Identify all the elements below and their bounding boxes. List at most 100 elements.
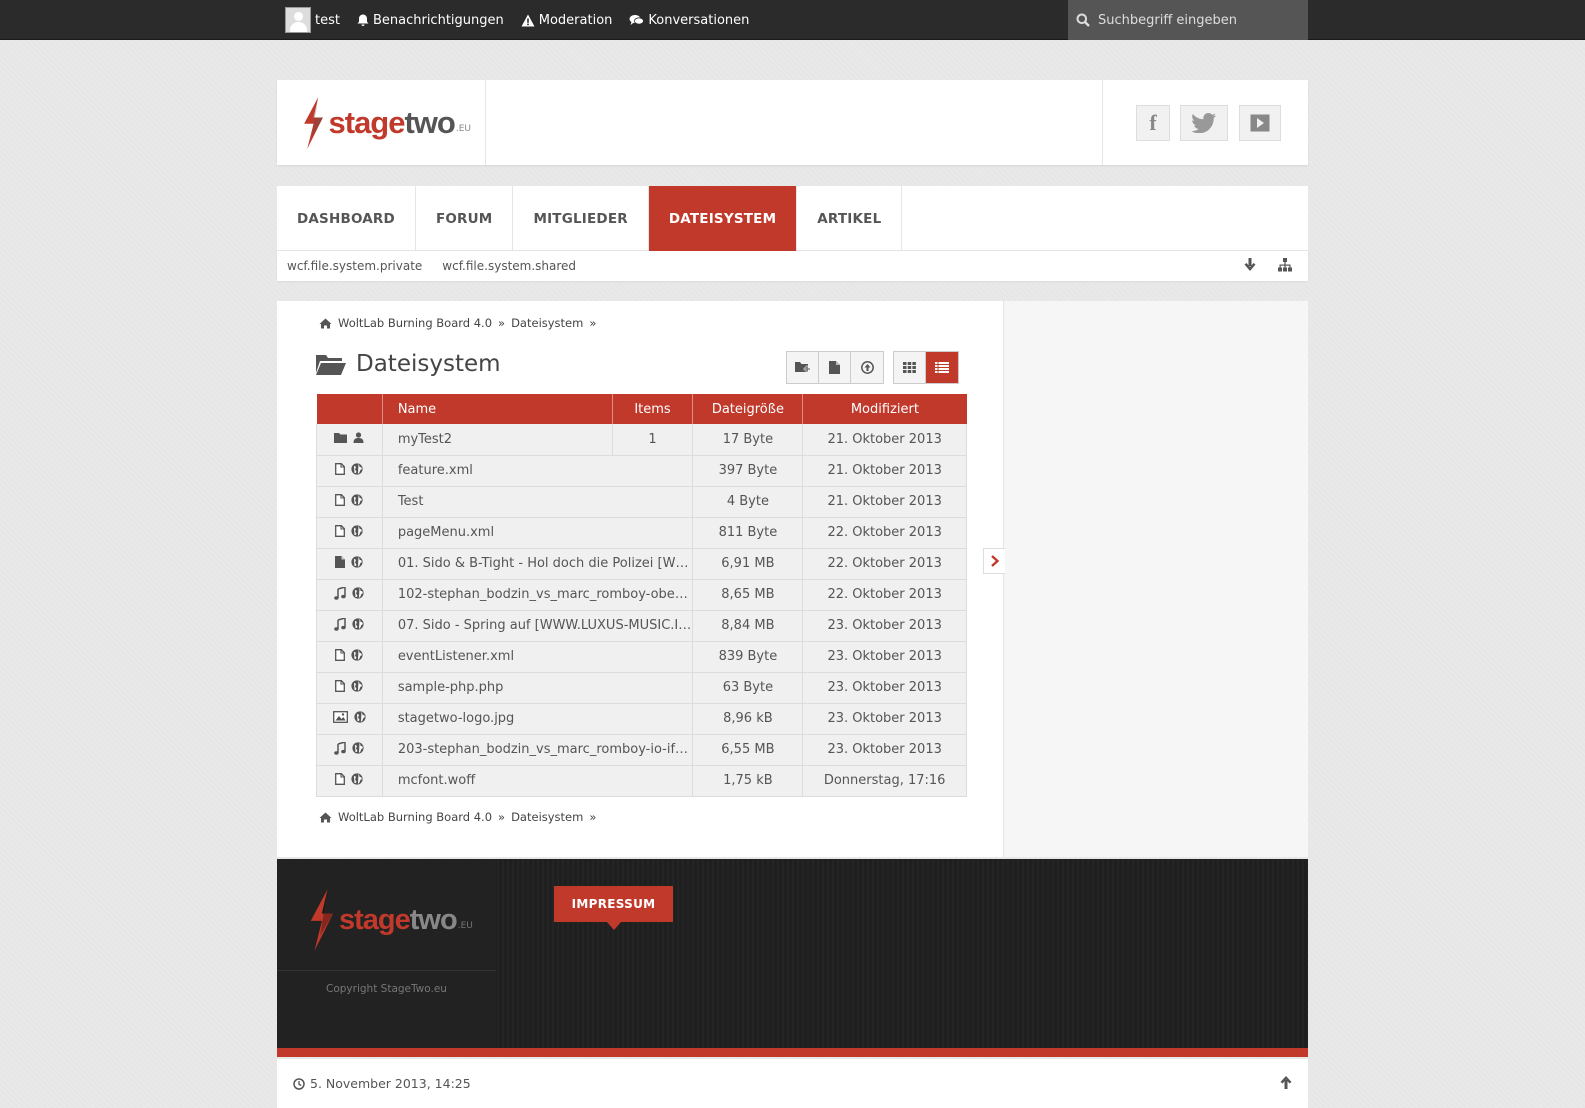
row-icons xyxy=(316,610,383,642)
column-header-size[interactable]: Dateigröße xyxy=(692,394,804,424)
file-name[interactable]: eventListener.xml xyxy=(382,641,694,673)
lightning-logo-icon xyxy=(310,889,334,951)
image-icon xyxy=(332,711,348,726)
subnav-item-private[interactable]: wcf.file.system.private xyxy=(287,259,422,273)
header-divider xyxy=(485,80,486,165)
globe-icon xyxy=(354,711,366,726)
footer-logo-suffix: .EU xyxy=(457,921,473,931)
nav-item-mitglieder[interactable]: MITGLIEDER xyxy=(513,186,649,251)
facebook-button[interactable]: f xyxy=(1136,105,1170,141)
file-name[interactable]: myTest2 xyxy=(382,424,613,456)
sub-navigation: wcf.file.system.private wcf.file.system.… xyxy=(277,251,1308,281)
file-name[interactable]: stagetwo-logo.jpg xyxy=(382,703,694,735)
row-icons xyxy=(316,672,383,704)
table-row[interactable]: mcfont.woff 1,75 kB Donnerstag, 17:16 xyxy=(316,765,967,797)
new-file-button[interactable] xyxy=(819,352,851,383)
avatar xyxy=(285,7,311,33)
nav-item-artikel[interactable]: ARTIKEL xyxy=(797,186,903,251)
page-title-text: Dateisystem xyxy=(356,351,501,377)
music-icon xyxy=(334,585,347,603)
row-icons xyxy=(316,734,383,766)
twitter-button[interactable] xyxy=(1180,105,1228,141)
file-size: 8,96 kB xyxy=(692,703,804,735)
moderation-label: Moderation xyxy=(538,12,613,28)
breadcrumb-separator: » xyxy=(498,810,506,824)
column-header-name[interactable]: Name xyxy=(382,394,613,424)
table-row[interactable]: 102-stephan_bodzin_vs_marc_romboy-ober… 8… xyxy=(316,579,967,611)
column-header-items[interactable]: Items xyxy=(612,394,694,424)
breadcrumb-home[interactable]: WoltLab Burning Board 4.0 xyxy=(338,810,492,824)
table-row[interactable]: stagetwo-logo.jpg 8,96 kB 23. Oktober 2013 xyxy=(316,703,967,735)
column-header-modified[interactable]: Modifiziert xyxy=(802,394,967,424)
impressum-button[interactable]: IMPRESSUM xyxy=(554,886,673,930)
upload-button[interactable] xyxy=(851,352,883,383)
file-icon xyxy=(335,773,346,788)
grid-view-button[interactable] xyxy=(894,352,926,383)
breadcrumb-current[interactable]: Dateisystem xyxy=(511,810,583,824)
file-name[interactable]: Test xyxy=(382,486,694,518)
table-row[interactable]: sample-php.php 63 Byte 23. Oktober 2013 xyxy=(316,672,967,704)
table-row[interactable]: myTest2 1 17 Byte 21. Oktober 2013 xyxy=(316,424,967,456)
conversations-link[interactable]: Konversationen xyxy=(629,13,749,28)
nav-item-dateisystem[interactable]: DATEISYSTEM xyxy=(648,186,798,251)
footer-logo[interactable]: stagetwo .EU xyxy=(307,887,473,953)
file-name[interactable]: sample-php.php xyxy=(382,672,694,704)
table-row[interactable]: 01. Sido & B-Tight - Hol doch die Polize… xyxy=(316,548,967,580)
file-modified: 21. Oktober 2013 xyxy=(802,424,967,456)
sitemap-icon[interactable] xyxy=(1278,258,1292,272)
breadcrumb-current[interactable]: Dateisystem xyxy=(511,316,583,330)
table-row[interactable]: 07. Sido - Spring auf [WWW.LUXUS-MUSIC.I… xyxy=(316,610,967,642)
search-icon[interactable] xyxy=(1076,13,1090,27)
site-logo[interactable]: stagetwo .EU xyxy=(301,88,471,158)
top-bar: test Benachrichtigungen Moderation Konve… xyxy=(0,0,1585,40)
scroll-top-icon[interactable] xyxy=(1280,1075,1292,1089)
youtube-button[interactable] xyxy=(1239,105,1281,141)
sidebar-toggle-button[interactable] xyxy=(983,548,1005,574)
table-row[interactable]: 203-stephan_bodzin_vs_marc_romboy-io-ifp… xyxy=(316,734,967,766)
file-name[interactable]: pageMenu.xml xyxy=(382,517,694,549)
file-name[interactable]: feature.xml xyxy=(382,455,694,487)
subnav-item-shared[interactable]: wcf.file.system.shared xyxy=(442,259,576,273)
copyright-text: Copyright StageTwo.eu xyxy=(326,983,447,995)
new-folder-button[interactable] xyxy=(787,352,819,383)
search-input[interactable] xyxy=(1098,12,1298,28)
table-row[interactable]: eventListener.xml 839 Byte 23. Oktober 201… xyxy=(316,641,967,673)
globe-icon xyxy=(351,525,364,540)
file-name[interactable]: 07. Sido - Spring auf [WWW.LUXUS-MUSIC.I… xyxy=(382,610,694,642)
row-icons xyxy=(316,703,383,735)
file-size: 8,65 MB xyxy=(692,579,804,611)
table-row[interactable]: pageMenu.xml 811 Byte 22. Oktober 2013 xyxy=(316,517,967,549)
moderation-link[interactable]: Moderation xyxy=(521,12,613,28)
table-row[interactable]: feature.xml 397 Byte 21. Oktober 2013 xyxy=(316,455,967,487)
file-modified: 23. Oktober 2013 xyxy=(802,641,967,673)
file-modified: 21. Oktober 2013 xyxy=(802,486,967,518)
user-menu[interactable]: test xyxy=(285,7,340,33)
timestamp: 5. November 2013, 14:25 xyxy=(310,1076,471,1091)
breadcrumb-separator: » xyxy=(589,810,597,824)
notifications-link[interactable]: Benachrichtigungen xyxy=(357,13,504,28)
nav-item-dashboard[interactable]: DASHBOARD xyxy=(277,186,416,251)
file-name[interactable]: 102-stephan_bodzin_vs_marc_romboy-ober… xyxy=(382,579,694,611)
nav-item-forum[interactable]: FORUM xyxy=(416,186,514,251)
arrow-down-icon[interactable] xyxy=(1244,258,1256,272)
file-name[interactable]: 01. Sido & B-Tight - Hol doch die Polize… xyxy=(382,548,694,580)
logo-suffix: .EU xyxy=(455,124,471,134)
file-icon xyxy=(335,680,346,695)
file-icon xyxy=(335,463,346,478)
breadcrumb-home[interactable]: WoltLab Burning Board 4.0 xyxy=(338,316,492,330)
user-icon xyxy=(353,432,364,446)
file-modified: 23. Oktober 2013 xyxy=(802,734,967,766)
clock-icon xyxy=(293,1077,305,1090)
file-modified: 21. Oktober 2013 xyxy=(802,455,967,487)
breadcrumb-separator: » xyxy=(498,316,506,330)
row-icons xyxy=(316,486,383,518)
file-name[interactable]: mcfont.woff xyxy=(382,765,694,797)
file-name[interactable]: 203-stephan_bodzin_vs_marc_romboy-io-ifp… xyxy=(382,734,694,766)
search-box xyxy=(1068,0,1308,40)
file-modified: 22. Oktober 2013 xyxy=(802,517,967,549)
home-icon xyxy=(319,812,332,822)
list-view-button[interactable] xyxy=(926,352,958,383)
warning-icon xyxy=(521,14,535,26)
table-row[interactable]: Test 4 Byte 21. Oktober 2013 xyxy=(316,486,967,518)
file-modified: 23. Oktober 2013 xyxy=(802,672,967,704)
